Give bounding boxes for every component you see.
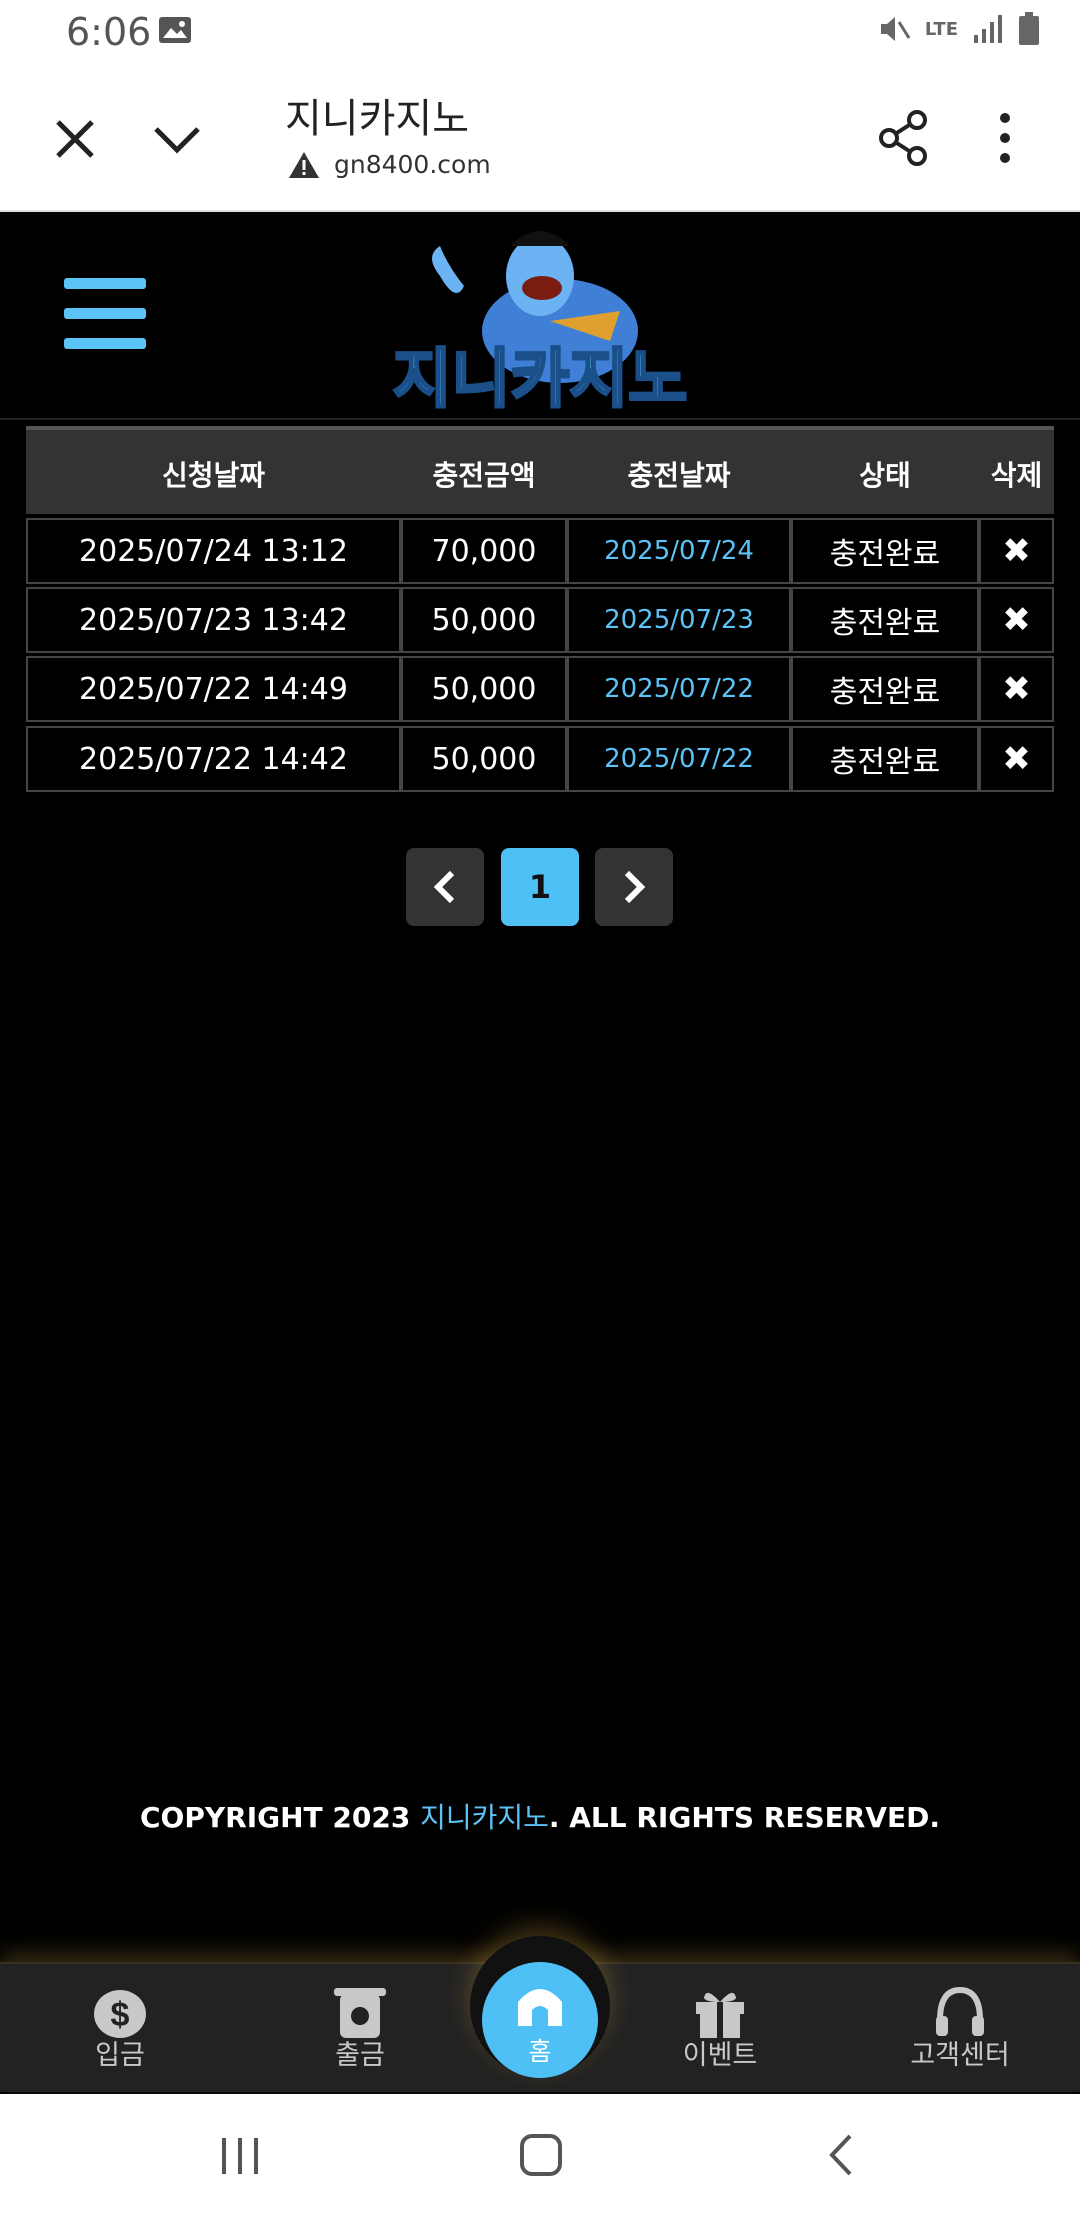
withdraw-icon [334,1988,386,2038]
back-icon[interactable] [826,2132,856,2178]
delete-button[interactable]: ✖ [979,518,1054,584]
table-header: 신청날짜 충전금액 충전날짜 상태 삭제 [26,426,1054,514]
gift-icon [696,1992,744,2038]
request-date-cell: 2025/07/23 13:42 [26,587,401,653]
table-row: 2025/07/22 14:49 50,000 2025/07/22 충전완료 … [26,656,1054,722]
delete-button[interactable]: ✖ [979,726,1054,792]
more-vert-icon[interactable] [990,110,1020,166]
column-header: 삭제 [990,459,1043,492]
charge-date-cell: 2025/07/22 [567,726,791,792]
battery-icon [1019,12,1039,45]
next-page-button[interactable] [595,848,673,926]
amount-cell: 50,000 [401,656,567,722]
warning-icon [289,151,319,178]
browser-toolbar: 지니카지노 gn8400.com [0,64,1080,212]
status-bar: 6:06 LTE [0,0,1080,64]
close-icon[interactable] [50,114,100,164]
recent-apps-icon[interactable] [218,2134,262,2178]
nav-support[interactable]: 고객센터 [880,1972,1040,2092]
status-cell: 충전완료 [791,518,979,584]
page-button-current[interactable]: 1 [501,848,579,926]
nav-event[interactable]: 이벤트 [640,1972,800,2092]
image-notification-icon [159,17,191,43]
delete-button[interactable]: ✖ [979,587,1054,653]
system-navigation-bar [0,2094,1080,2220]
nav-deposit-label: 입금 [95,2040,145,2071]
nav-support-label: 고객센터 [910,2040,1010,2071]
site-header: 지니카지노 [0,212,1080,420]
logo-text: 지니카지노 [393,343,687,415]
request-date-cell: 2025/07/22 14:42 [26,726,401,792]
url-text: gn8400.com [334,150,491,179]
request-date-cell: 2025/07/24 13:12 [26,518,401,584]
chevron-left-icon [433,870,455,904]
prev-page-button[interactable] [406,848,484,926]
copyright-brand: 지니카지노 [420,1801,549,1834]
status-cell: 충전완료 [791,587,979,653]
nav-home[interactable]: 홈 [482,1962,598,2078]
table-row: 2025/07/22 14:42 50,000 2025/07/22 충전완료 … [26,726,1054,792]
amount-cell: 50,000 [401,587,567,653]
amount-cell: 70,000 [401,518,567,584]
delete-button[interactable]: ✖ [979,656,1054,722]
hamburger-menu-icon[interactable] [64,278,146,350]
chevron-down-icon[interactable] [152,119,202,159]
network-type: LTE [924,18,958,40]
charge-date-cell: 2025/07/24 [567,518,791,584]
status-cell: 충전완료 [791,726,979,792]
status-icons: LTE [877,12,1040,46]
signal-icon [974,15,1002,43]
genie-logo[interactable]: 지니카지노 [380,216,700,416]
copyright-suffix: . ALL RIGHTS RESERVED. [548,1801,940,1834]
nav-deposit[interactable]: $ 입금 [40,1972,200,2092]
nav-withdraw-label: 출금 [335,2040,385,2071]
copyright-text: COPYRIGHT 2023 지니카지노. ALL RIGHTS RESERVE… [0,1796,1080,1836]
amount-cell: 50,000 [401,726,567,792]
column-header: 상태 [859,459,911,492]
column-header: 신청날짜 [161,459,266,492]
home-system-icon[interactable] [518,2132,564,2178]
delete-x-icon: ✖ [1002,600,1031,640]
money-bag-icon: $ [94,1990,146,2038]
charge-date-cell: 2025/07/23 [567,587,791,653]
delete-x-icon: ✖ [1002,669,1031,709]
copyright-prefix: COPYRIGHT 2023 [139,1801,421,1834]
svg-text:$: $ [111,1996,130,2034]
request-date-cell: 2025/07/22 14:49 [26,656,401,722]
headset-icon [936,1986,984,2036]
delete-x-icon: ✖ [1002,739,1031,779]
column-header: 충전금액 [432,459,536,492]
nav-withdraw[interactable]: 출금 [280,1972,440,2092]
page-title: 지니카지노 [285,96,469,142]
charge-date-cell: 2025/07/22 [567,656,791,722]
table-row: 2025/07/23 13:42 50,000 2025/07/23 충전완료 … [26,587,1054,653]
status-time: 6:06 [66,10,152,54]
table-row: 2025/07/24 13:12 70,000 2025/07/24 충전완료 … [26,518,1054,584]
home-icon [518,1989,562,2026]
status-cell: 충전완료 [791,656,979,722]
chevron-right-icon [624,870,646,904]
url-bar[interactable]: gn8400.com [288,150,491,179]
nav-event-label: 이벤트 [682,2040,758,2071]
column-header: 충전날짜 [627,459,731,492]
delete-x-icon: ✖ [1002,531,1031,571]
share-icon[interactable] [875,108,931,168]
nav-home-label: 홈 [528,2037,552,2066]
mute-icon [880,17,911,41]
